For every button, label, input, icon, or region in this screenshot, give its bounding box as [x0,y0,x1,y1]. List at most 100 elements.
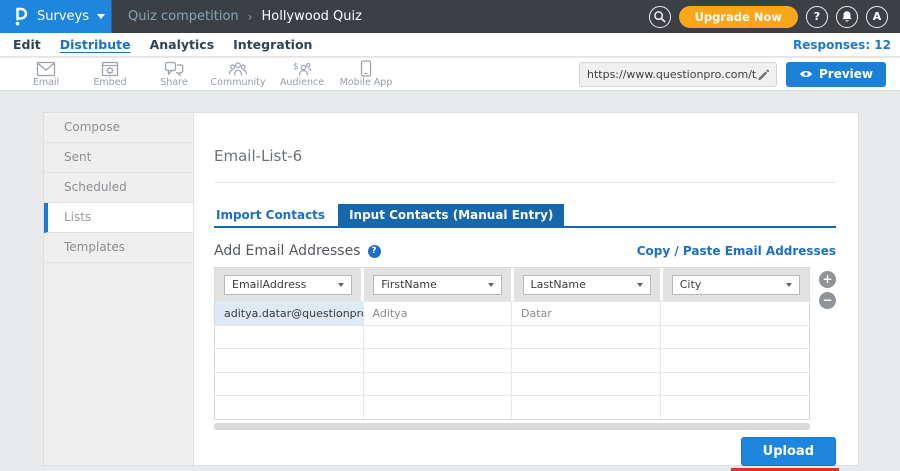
column-select-lastname[interactable]: LastName [523,275,651,295]
cell-email[interactable] [215,396,364,419]
column-select-firstname[interactable]: FirstName [373,275,501,295]
sidebar-item-templates[interactable]: Templates [44,233,193,263]
contacts-tabs: Import Contacts Input Contacts (Manual E… [214,204,836,228]
responses-count[interactable]: Responses: 12 [793,38,891,52]
header-cell-city: City [663,268,809,301]
breadcrumb-separator-icon: › [248,10,253,24]
notifications-button[interactable] [836,6,858,28]
select-caret-icon [488,283,494,287]
cell-email[interactable] [215,326,364,349]
email-sidebar: Compose Sent Scheduled Lists Templates [44,113,194,465]
column-select-emailaddress-value: EmailAddress [232,278,306,291]
embed-window-gear-icon [101,61,119,77]
table-row: aditya.datar@questionpro.com Aditya Data… [215,301,809,325]
horizontal-scrollbar[interactable] [214,423,810,430]
cell-email[interactable] [215,349,364,372]
toolbar-label-email: Email [33,77,59,88]
toolbar-item-audience[interactable]: $ Audience [270,61,334,88]
column-select-city-value: City [680,278,702,291]
cell-firstname[interactable]: Aditya [364,302,513,325]
cell-city[interactable] [661,326,810,349]
cell-city[interactable] [661,396,810,419]
cell-lastname[interactable] [512,349,661,372]
contacts-table-zone: EmailAddress FirstName LastName [214,267,836,430]
search-icon [653,10,666,23]
upload-button[interactable]: Upload [741,437,836,466]
nav-item-integration[interactable]: Integration [233,37,312,52]
toolbar-item-community[interactable]: Community [206,61,270,88]
cell-email[interactable]: aditya.datar@questionpro.com [215,302,364,325]
cell-firstname[interactable] [364,326,513,349]
toolbar-label-mobile-app: Mobile App [340,77,393,88]
select-caret-icon [338,283,344,287]
cell-lastname[interactable] [512,326,661,349]
table-row [215,348,809,372]
contacts-table-header: EmailAddress FirstName LastName [215,268,809,301]
toolbar-label-share: Share [160,77,187,88]
column-select-emailaddress[interactable]: EmailAddress [224,275,352,295]
tab-import-contacts[interactable]: Import Contacts [214,204,338,226]
cell-lastname[interactable] [512,373,661,396]
table-row [215,372,809,396]
cell-lastname[interactable] [512,396,661,419]
distribute-toolbar: Email Embed Share [0,58,900,91]
toolbar-item-embed[interactable]: Embed [78,61,142,88]
remove-row-button[interactable]: − [819,292,836,309]
sidebar-item-scheduled[interactable]: Scheduled [44,173,193,203]
upload-row: Upload [214,437,836,466]
tab-input-contacts-manual[interactable]: Input Contacts (Manual Entry) [338,204,564,226]
cell-city[interactable] [661,349,810,372]
help-circle-icon[interactable]: ? [368,245,381,258]
community-people-icon [228,61,248,77]
upgrade-now-button[interactable]: Upgrade Now [679,6,798,28]
nav-item-analytics[interactable]: Analytics [150,37,215,52]
table-row [215,325,809,349]
cell-city[interactable] [661,302,810,325]
add-row-button[interactable]: + [819,271,836,288]
toolbar-item-email[interactable]: Email [14,61,78,88]
cell-lastname[interactable]: Datar [512,302,661,325]
table-row [215,395,809,419]
select-caret-icon [637,283,643,287]
breadcrumb-survey-name: Hollywood Quiz [261,9,361,24]
column-select-city[interactable]: City [672,275,800,295]
sidebar-item-compose[interactable]: Compose [44,113,193,143]
cell-firstname[interactable] [364,396,513,419]
preview-button[interactable]: Preview [786,62,886,87]
cell-city[interactable] [661,373,810,396]
surveys-product-menu[interactable]: Surveys [0,0,112,33]
row-add-remove-controls: + − [819,271,836,309]
help-button[interactable]: ? [806,6,828,28]
edit-url-pencil-icon[interactable] [757,68,769,80]
toolbar-item-share[interactable]: Share [142,61,206,88]
email-list-title: Email-List-6 [214,147,836,165]
search-button[interactable] [649,6,671,28]
email-distribution-panel: Compose Sent Scheduled Lists Templates E… [43,112,859,466]
survey-url-input[interactable]: https://www.questionpro.com/t/APNrFZ [579,62,777,87]
top-bar: Surveys Quiz competition › Hollywood Qui… [0,0,900,33]
survey-url-group: https://www.questionpro.com/t/APNrFZ Pre… [579,62,900,87]
cell-firstname[interactable] [364,349,513,372]
header-cell-firstname: FirstName [364,268,510,301]
breadcrumb-folder[interactable]: Quiz competition [128,9,239,24]
preview-button-label: Preview [819,67,873,81]
sidebar-item-lists[interactable]: Lists [44,203,193,233]
cell-firstname[interactable] [364,373,513,396]
questionpro-logo-icon [13,7,28,26]
audience-dollar-people-icon: $ [292,61,312,77]
topbar-actions: Upgrade Now ? A [649,6,900,28]
nav-item-edit[interactable]: Edit [13,37,41,52]
column-select-firstname-value: FirstName [381,278,437,291]
title-divider [214,182,836,183]
survey-nav: Edit Distribute Analytics Integration Re… [0,33,900,57]
sidebar-item-sent[interactable]: Sent [44,143,193,173]
copy-paste-emails-link[interactable]: Copy / Paste Email Addresses [637,244,836,258]
bell-icon [841,10,853,23]
surveys-menu-label: Surveys [37,9,89,24]
toolbar-item-mobile-app[interactable]: Mobile App [334,60,398,88]
toolbar-label-audience: Audience [280,77,324,88]
avatar[interactable]: A [866,6,888,28]
cell-email[interactable] [215,373,364,396]
breadcrumb: Quiz competition › Hollywood Quiz [128,9,362,24]
nav-item-distribute[interactable]: Distribute [60,37,131,52]
